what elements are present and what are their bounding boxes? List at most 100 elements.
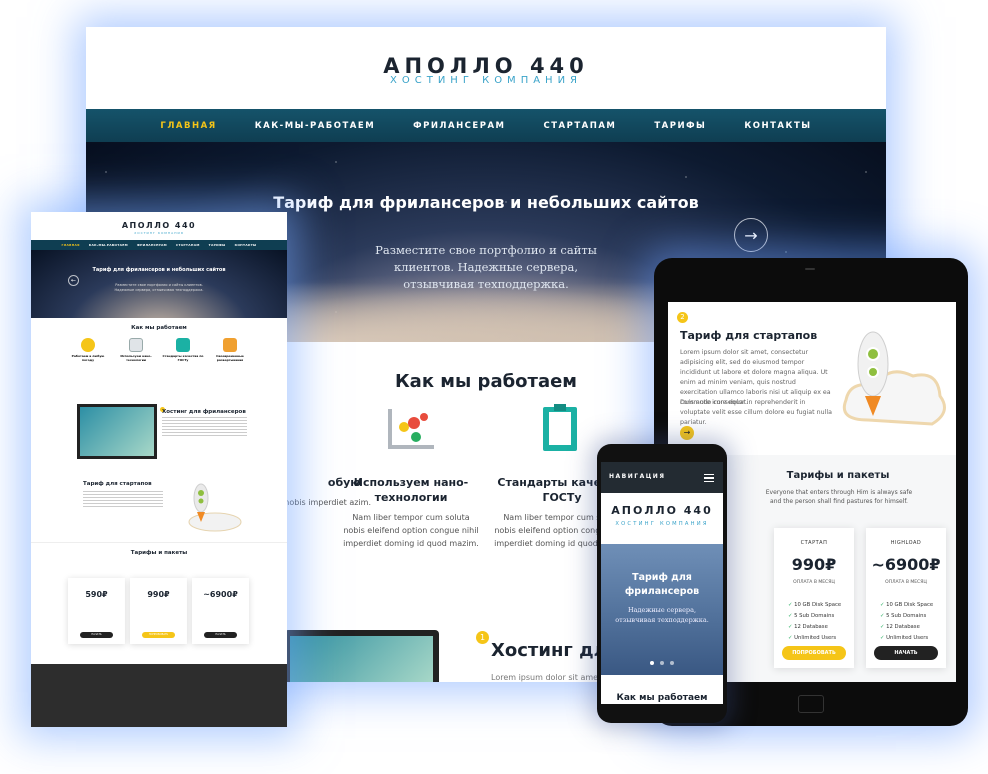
plan-period: ОПЛАТА В МЕСЯЦ [793,580,835,585]
molecule-icon [129,338,143,352]
nav-plans[interactable]: ТАРИФЫ [654,121,706,131]
plan-price: 590₽ [85,590,108,599]
slider-dot[interactable] [650,661,654,665]
hamburger-icon[interactable] [704,474,714,482]
feature-title: Стандарты качества по ГОСТу [162,354,204,362]
slider-next-button[interactable]: → [734,218,768,252]
nav-startups[interactable]: СТАРТАПАМ [544,121,617,131]
plan-features: ✓ 10 GB Disk Space ✓ 5 Sub Domains ✓ 12 … [880,602,934,641]
startup-title: Тариф для стартапов [83,481,152,487]
tablet-keyboard-image [77,404,157,459]
tablet-home-button[interactable] [798,695,824,713]
nav-plans[interactable]: ТАРИФЫ [209,243,226,247]
plan-price: ~6900₽ [203,590,238,599]
plan-card: СТАРТАП 990₽ ОПЛАТА В МЕСЯЦ ✓ 10 GB Disk… [774,528,854,668]
easel-icon [223,338,237,352]
arrow-right-icon: → [744,225,758,245]
plan-button[interactable]: ПОПРОБОВАТЬ [142,632,175,638]
rocket-icon [842,331,946,426]
section-title: Как мы работаем [616,693,708,703]
hero-title: Тариф для фрилансеров [624,572,700,597]
slider-dot[interactable] [670,661,674,665]
weather-icon [81,338,95,352]
startup-text-2: Duis aute irure dolor in reprehenderit i… [680,399,832,426]
plan-card: 590₽ НАЧАТЬ [68,578,125,644]
slider-dots [601,661,723,665]
rocket-icon [188,483,242,532]
plan-price: 990₽ [791,555,837,574]
plan-feature: 5 Sub Domains [794,613,835,619]
plan-card: HIGHLOAD ~6900₽ ОПЛАТА В МЕСЯЦ ✓ 10 GB D… [866,528,946,668]
nav-contacts[interactable]: КОНТАКТЫ [235,243,257,247]
plan-price: 990₽ [147,590,170,599]
plan-feature: 10 GB Disk Space [886,602,934,608]
plans-title: Тарифы и пакеты [786,470,890,481]
plan-button[interactable]: НАЧАТЬ [204,632,237,638]
nav-home[interactable]: ГЛАВНАЯ [160,121,216,131]
tablet-camera [805,268,815,270]
plan-name: СТАРТАП [800,540,828,546]
nav-freelancers[interactable]: ФРИЛАНСЕРАМ [413,121,505,131]
nav-contacts[interactable]: КОНТАКТЫ [744,121,811,131]
laptop-image [284,630,439,682]
hero-title: Тариф для фрилансеров и небольших сайтов [273,193,699,212]
arrow-left-icon: ← [70,277,77,284]
hosting-text: Lorem ipsum dolor sit amet, [491,673,604,682]
nav-freelancers[interactable]: ФРИЛАНСЕРАМ [137,243,167,247]
site-tagline: ХОСТИНГ КОМПАНИЯ [390,75,582,86]
freelance-title: Хостинг для фрилансеров [162,409,246,415]
hero-title: Тариф для фрилансеров и небольших сайтов [92,267,226,273]
nav-home[interactable]: ГЛАВНАЯ [62,243,80,247]
feature-card: Работаем в любую погоду [67,338,109,362]
nav-how-we-work[interactable]: КАК-МЫ-РАБОТАЕМ [89,243,128,247]
plans-text: Everyone that enters through Him is alwa… [765,489,913,505]
plan-card: ~6900₽ НАЧАТЬ [192,578,249,644]
nav-startups[interactable]: СТАРТАПАМ [176,243,200,247]
feature-card: Стандарты качества по ГОСТу [162,338,204,362]
main-nav: ГЛАВНАЯ КАК-МЫ-РАБОТАЕМ ФРИЛАНСЕРАМ СТАР… [86,109,886,142]
feature-card: Используем нано-технологии Nam liber tem… [341,405,481,550]
plan-feature: 12 Database [886,624,920,630]
plan-name: HIGHLOAD [890,540,922,546]
plan-card: 990₽ ПОПРОБОВАТЬ [130,578,187,644]
freelance-text [162,417,247,437]
plan-feature: 5 Sub Domains [886,613,927,619]
step-number: 1 [476,631,489,644]
feature-title: Работаем в любую погоду [71,354,105,362]
clipboard-icon [543,404,577,451]
feature-card: Используем нано-технологии [115,338,157,362]
try-button[interactable]: ПОПРОБОВАТЬ [782,646,846,660]
hero-slider: Тариф для фрилансеров Надежные сервера, … [601,544,723,675]
site-tagline: ХОСТИНГ КОМПАНИЯ [134,231,184,235]
hosting-title: Хостинг дл [491,640,607,661]
phone-screen: НАВИГАЦИЯ АПОЛЛО 440 ХОСТИНГ КОМПАНИЯ Та… [601,462,723,704]
feature-text: Nam liber tempor cum soluta nobis eleife… [343,513,479,548]
feature-title: Используем нано-технологии [120,354,152,362]
footer [31,664,287,727]
molecule-icon [388,409,434,449]
plan-feature: 12 Database [794,624,828,630]
arrow-right-icon: → [683,428,691,437]
plan-feature: Unlimited Users [794,635,837,641]
site-logo[interactable]: АПОЛЛО 440 [31,221,287,230]
plans-title: Тарифы и пакеты [130,550,188,556]
hero-text: Надежные сервера, отзывчивая техподдержк… [615,606,709,624]
small-desktop-mockup: АПОЛЛО 440 ХОСТИНГ КОМПАНИЯ ГЛАВНАЯ КАК-… [31,212,287,727]
step-number: 2 [677,312,688,323]
plan-features: ✓ 10 GB Disk Space ✓ 5 Sub Domains ✓ 12 … [788,602,842,641]
mobile-nav: НАВИГАЦИЯ [601,462,723,493]
nav-how-we-work[interactable]: КАК-МЫ-РАБОТАЕМ [255,121,375,131]
next-step-button[interactable]: → [680,426,694,440]
site-tagline: ХОСТИНГ КОМПАНИЯ [615,521,709,527]
slider-prev-button[interactable]: ← [68,275,79,286]
hero-slider: Тариф для фрилансеров и небольших сайтов… [31,250,287,318]
plan-button[interactable]: НАЧАТЬ [80,632,113,638]
main-nav: ГЛАВНАЯ КАК-МЫ-РАБОТАЕМ ФРИЛАНСЕРАМ СТАР… [31,240,287,250]
startup-title: Тариф для стартапов [680,329,818,342]
phone-mockup: НАВИГАЦИЯ АПОЛЛО 440 ХОСТИНГ КОМПАНИЯ Та… [597,444,727,723]
section-title: Как мы работаем [131,325,187,331]
plan-period: ОПЛАТА В МЕСЯЦ [885,580,927,585]
site-logo[interactable]: АПОЛЛО 440 [601,504,723,517]
start-button[interactable]: НАЧАТЬ [874,646,938,660]
slider-dot[interactable] [660,661,664,665]
